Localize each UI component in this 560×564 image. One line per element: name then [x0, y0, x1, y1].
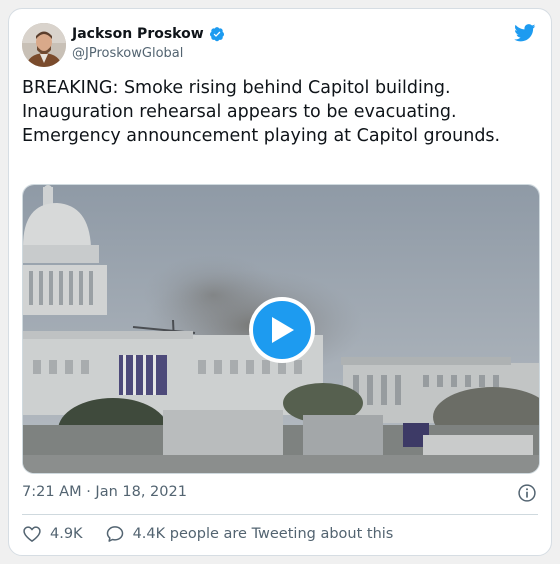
avatar[interactable] [22, 23, 66, 67]
author-name-text: Jackson Proskow [72, 26, 204, 42]
twitter-bird-icon[interactable] [514, 24, 536, 42]
play-button[interactable] [249, 297, 315, 363]
tweet-card[interactable]: Jackson Proskow @JProskowGlobal BREAKING… [8, 8, 552, 556]
author-name[interactable]: Jackson Proskow [72, 26, 225, 42]
play-icon [272, 317, 294, 343]
like-count: 4.9K [50, 526, 83, 542]
divider [22, 514, 538, 515]
video-player[interactable] [22, 184, 540, 474]
speech-bubble-icon [106, 526, 123, 542]
avatar-image [22, 23, 66, 67]
tweet-timestamp[interactable]: 7:21 AM · Jan 18, 2021 [22, 484, 187, 500]
like-button[interactable]: 4.9K [22, 524, 83, 544]
tweet-text: BREAKING: Smoke rising behind Capitol bu… [22, 78, 501, 146]
conversation-link[interactable]: 4.4K people are Tweeting about this [105, 524, 394, 544]
author-handle[interactable]: @JProskowGlobal [72, 46, 183, 61]
heart-icon [23, 526, 41, 542]
conversation-text: 4.4K people are Tweeting about this [132, 526, 394, 542]
info-icon[interactable] [517, 483, 537, 503]
verified-badge-icon [209, 27, 224, 42]
tweet-actions: 4.9K 4.4K people are Tweeting about this [22, 522, 393, 546]
